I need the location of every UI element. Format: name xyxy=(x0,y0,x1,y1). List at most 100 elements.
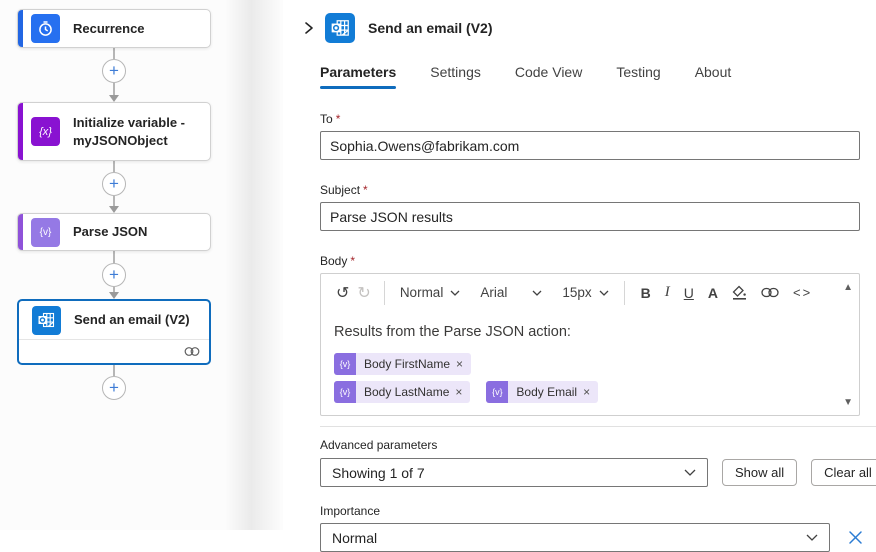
dropdown-value: Normal xyxy=(332,530,377,546)
to-input[interactable] xyxy=(320,131,860,160)
node-label: Parse JSON xyxy=(73,223,147,241)
node-recurrence[interactable]: Recurrence xyxy=(17,9,211,48)
variable-braces-icon: {x} xyxy=(31,117,60,146)
connector-arrow xyxy=(109,95,119,102)
token-label: Body Email xyxy=(516,385,577,399)
body-text-line[interactable]: Results from the Parse JSON action: xyxy=(334,324,833,340)
panel-header: Send an email (V2) xyxy=(283,0,876,43)
tab-testing[interactable]: Testing xyxy=(616,64,660,89)
dynamic-content-icon: {v} xyxy=(334,381,356,403)
insert-step-button[interactable]: + xyxy=(102,172,126,196)
required-asterisk: * xyxy=(350,254,355,268)
body-rich-text-editor[interactable]: ↺ ↻ Normal Arial 15px B I U xyxy=(320,273,860,416)
plus-icon: + xyxy=(109,61,119,81)
recurrence-clock-icon xyxy=(31,14,60,43)
token-pills: {v} Body FirstName × {v} Body LastName ×… xyxy=(334,353,634,409)
node-label: Recurrence xyxy=(73,20,145,38)
token-pill[interactable]: {v} Body LastName × xyxy=(334,381,470,403)
remove-token-icon[interactable]: × xyxy=(583,385,590,399)
clear-all-button[interactable]: Clear all xyxy=(811,459,876,486)
node-send-email-selected[interactable]: Send an email (V2) xyxy=(17,299,211,365)
chevron-down-icon xyxy=(806,534,818,541)
bold-button[interactable]: B xyxy=(634,285,658,301)
remove-token-icon[interactable]: × xyxy=(456,357,463,371)
advanced-parameters-row: Showing 1 of 7 Show all Clear all xyxy=(320,458,860,487)
scroll-down-icon[interactable]: ▼ xyxy=(843,397,853,408)
flow-column: Recurrence + {x} Initialize variable - m… xyxy=(17,9,211,400)
link-icon[interactable] xyxy=(754,287,786,298)
connector-line xyxy=(113,196,115,206)
show-all-button[interactable]: Show all xyxy=(722,459,797,486)
remove-token-icon[interactable]: × xyxy=(455,385,462,399)
importance-dropdown[interactable]: Normal xyxy=(320,523,830,552)
chevron-down-icon xyxy=(684,469,696,476)
required-asterisk: * xyxy=(336,112,341,126)
paragraph-style-dropdown[interactable]: Normal xyxy=(394,285,467,300)
body-field-label: Body* xyxy=(320,254,860,268)
plus-icon: + xyxy=(109,265,119,285)
tab-bar: Parameters Settings Code View Testing Ab… xyxy=(320,64,860,89)
toolbar-separator xyxy=(624,281,625,305)
label-text: Subject xyxy=(320,183,360,197)
dynamic-content-icon: {v} xyxy=(334,353,356,375)
connector-line xyxy=(113,83,115,95)
font-family-dropdown[interactable]: Arial xyxy=(474,285,548,300)
panel-title: Send an email (V2) xyxy=(368,20,492,36)
node-parse-json[interactable]: {v} Parse JSON xyxy=(17,213,211,251)
undo-icon[interactable]: ↺ xyxy=(332,283,353,303)
token-label: Body LastName xyxy=(364,385,449,399)
tab-settings[interactable]: Settings xyxy=(430,64,481,89)
rte-content[interactable]: Results from the Parse JSON action: {v} … xyxy=(321,311,859,409)
italic-button[interactable]: I xyxy=(658,284,677,301)
advanced-parameters-dropdown[interactable]: Showing 1 of 7 xyxy=(320,458,708,487)
connector-line xyxy=(113,48,115,59)
tab-code-view[interactable]: Code View xyxy=(515,64,582,89)
connector-line xyxy=(113,365,115,376)
advanced-parameters-label: Advanced parameters xyxy=(320,438,860,452)
subject-field-label: Subject* xyxy=(320,183,860,197)
code-view-button[interactable]: <> xyxy=(786,285,819,300)
parameters-form: To* Subject* Body* ↺ ↻ Normal Arial xyxy=(283,112,876,552)
section-divider xyxy=(320,426,876,427)
connector-line xyxy=(113,251,115,263)
highlight-icon[interactable] xyxy=(725,285,754,300)
required-asterisk: * xyxy=(363,183,368,197)
tab-parameters[interactable]: Parameters xyxy=(320,64,396,89)
dynamic-content-icon: {v} xyxy=(486,381,508,403)
label-text: Body xyxy=(320,254,347,268)
label-text: To xyxy=(320,112,333,126)
style-value: Normal xyxy=(400,285,444,300)
outlook-icon xyxy=(325,13,355,43)
font-value: Arial xyxy=(480,285,507,300)
accent-bar xyxy=(18,103,23,160)
connector-line xyxy=(113,161,115,172)
accent-bar xyxy=(18,10,23,47)
font-color-button[interactable]: A xyxy=(701,285,725,301)
rte-toolbar: ↺ ↻ Normal Arial 15px B I U xyxy=(321,274,859,311)
redo-icon[interactable]: ↻ xyxy=(353,283,374,303)
dropdown-value: Showing 1 of 7 xyxy=(332,465,425,481)
token-pill[interactable]: {v} Body FirstName × xyxy=(334,353,471,375)
insert-step-button[interactable]: + xyxy=(102,263,126,287)
token-pill[interactable]: {v} Body Email × xyxy=(486,381,598,403)
underline-button[interactable]: U xyxy=(677,285,701,301)
scroll-up-icon[interactable]: ▲ xyxy=(843,282,853,293)
connector-arrow xyxy=(109,206,119,213)
subject-input[interactable] xyxy=(320,202,860,231)
insert-step-button[interactable]: + xyxy=(102,376,126,400)
node-label: Initialize variable - myJSONObject xyxy=(73,114,198,149)
tab-about[interactable]: About xyxy=(695,64,732,89)
toolbar-separator xyxy=(384,281,385,305)
node-initialize-variable[interactable]: {x} Initialize variable - myJSONObject xyxy=(17,102,211,161)
chevron-down-icon xyxy=(450,290,460,296)
font-size-dropdown[interactable]: 15px xyxy=(556,285,614,300)
token-label: Body FirstName xyxy=(364,357,450,371)
to-field-label: To* xyxy=(320,112,860,126)
connection-icon[interactable] xyxy=(184,346,200,357)
accent-bar xyxy=(18,214,23,250)
collapse-panel-button[interactable] xyxy=(298,17,320,39)
outlook-icon xyxy=(32,306,61,335)
braces-x-glyph: {x} xyxy=(39,126,52,138)
flow-canvas: Recurrence + {x} Initialize variable - m… xyxy=(0,0,283,530)
insert-step-button[interactable]: + xyxy=(102,59,126,83)
